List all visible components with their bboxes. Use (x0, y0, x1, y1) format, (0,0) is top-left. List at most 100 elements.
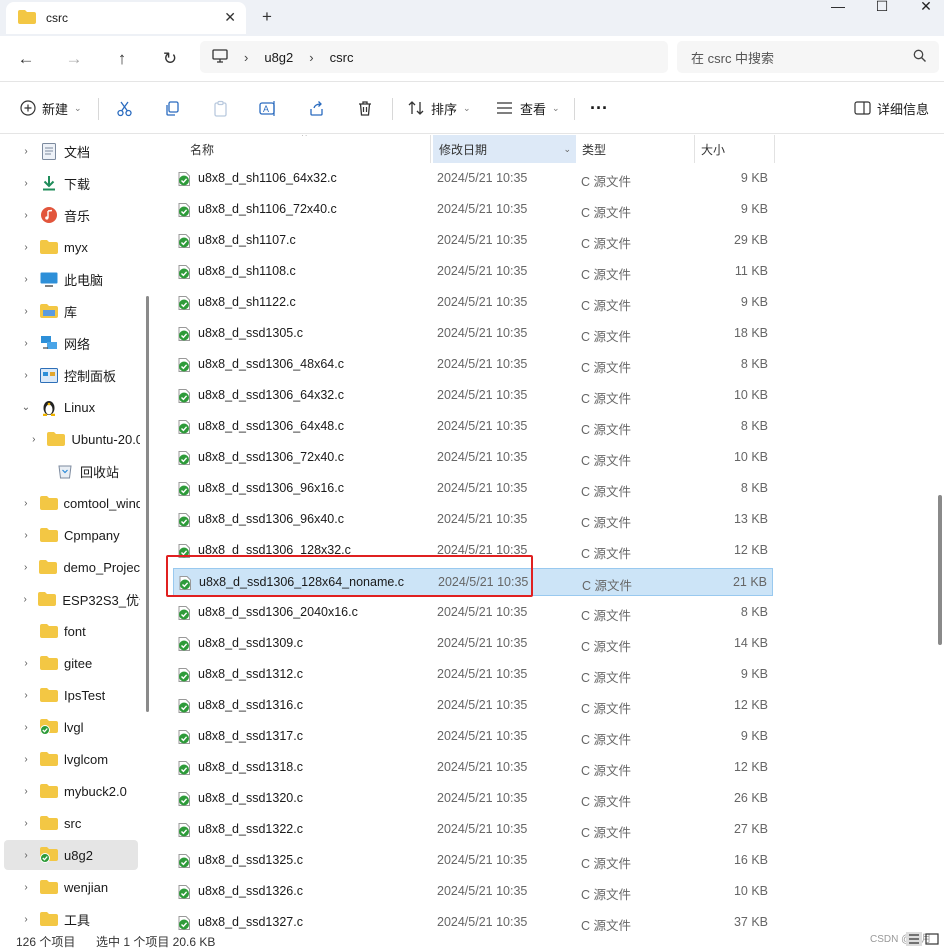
chevron-right-icon[interactable]: › (20, 370, 32, 381)
file-row[interactable]: u8x8_d_ssd1306_64x48.c 2024/5/21 10:35 C 源… (173, 413, 773, 441)
sidebar-item-lvgl[interactable]: › lvgl (0, 712, 140, 742)
chevron-right-icon[interactable]: › (20, 530, 32, 541)
file-row[interactable]: u8x8_d_ssd1316.c 2024/5/21 10:35 C 源文件 12 K… (173, 692, 773, 720)
sidebar-item-mybuck2-0[interactable]: › mybuck2.0 (0, 776, 140, 806)
sidebar-item-esp32s3-优信[interactable]: › ESP32S3_优信 (0, 584, 140, 614)
file-row[interactable]: u8x8_d_ssd1306_48x64.c 2024/5/21 10:35 C 源… (173, 351, 773, 379)
chevron-down-icon[interactable]: ⌄ (20, 402, 32, 413)
new-tab-icon[interactable]: + (262, 7, 272, 27)
chevron-right-icon[interactable]: › (20, 914, 32, 925)
file-row[interactable]: u8x8_d_sh1108.c 2024/5/21 10:35 C 源文件 11 KB (173, 258, 773, 286)
chevron-right-icon[interactable]: › (20, 754, 32, 765)
share-icon[interactable] (308, 96, 325, 120)
sidebar-item-此电脑[interactable]: › 此电脑 (0, 264, 140, 294)
file-row[interactable]: u8x8_d_sh1106_64x32.c 2024/5/21 10:35 C 源文… (173, 165, 773, 193)
copy-icon[interactable] (164, 96, 181, 120)
paste-icon[interactable] (212, 96, 229, 120)
chevron-right-icon[interactable]: › (20, 562, 31, 573)
file-row[interactable]: u8x8_d_ssd1306_96x16.c 2024/5/21 10:35 C 源… (173, 475, 773, 503)
column-name[interactable]: 名称 (184, 135, 431, 163)
details-pane-button[interactable]: 详细信息 (854, 96, 929, 120)
sidebar-item-demo-project[interactable]: › demo_Project (0, 552, 140, 582)
chevron-right-icon[interactable]: › (20, 818, 32, 829)
sidebar-item-工具[interactable]: › 工具 (0, 904, 140, 931)
chevron-right-icon[interactable]: › (20, 306, 32, 317)
file-row[interactable]: u8x8_d_ssd1306_64x32.c 2024/5/21 10:35 C 源… (173, 382, 773, 410)
sidebar-item-网络[interactable]: › 网络 (0, 328, 140, 358)
sidebar-item-库[interactable]: › 库 (0, 296, 140, 326)
file-row[interactable]: u8x8_d_sh1106_72x40.c 2024/5/21 10:35 C 源文… (173, 196, 773, 224)
file-row[interactable]: u8x8_d_ssd1326.c 2024/5/21 10:35 C 源文件 10 K… (173, 878, 773, 906)
chevron-right-icon[interactable]: › (244, 50, 248, 65)
chevron-right-icon[interactable]: › (20, 690, 32, 701)
chevron-right-icon[interactable]: › (28, 434, 39, 445)
sidebar-item-gitee[interactable]: › gitee (0, 648, 140, 678)
file-row[interactable]: u8x8_d_ssd1305.c 2024/5/21 10:35 C 源文件 18 K… (173, 320, 773, 348)
back-icon[interactable]: ← (12, 45, 40, 73)
maximize-button[interactable]: ☐ (859, 0, 905, 18)
chevron-right-icon[interactable]: › (309, 50, 313, 65)
column-size[interactable]: 大小 (695, 135, 775, 163)
sidebar-item-lvglcom[interactable]: › lvglcom (0, 744, 140, 774)
forward-icon[interactable]: → (60, 45, 88, 73)
file-list-scrollbar[interactable] (938, 495, 942, 645)
file-row[interactable]: u8x8_d_ssd1322.c 2024/5/21 10:35 C 源文件 27 K… (173, 816, 773, 844)
file-row[interactable]: u8x8_d_ssd1327.c 2024/5/21 10:35 C 源文件 37 K… (173, 909, 773, 931)
chevron-right-icon[interactable]: › (20, 498, 32, 509)
sidebar-item-cpmpany[interactable]: › Cpmpany (0, 520, 140, 550)
tab-close-icon[interactable]: ✕ (224, 9, 236, 26)
file-row[interactable]: u8x8_d_ssd1306_2040x16.c 2024/5/21 10:35 C… (173, 599, 773, 627)
cut-icon[interactable] (116, 96, 133, 120)
chevron-right-icon[interactable]: › (20, 338, 32, 349)
chevron-right-icon[interactable]: › (20, 882, 32, 893)
close-window-button[interactable]: ✕ (903, 0, 944, 18)
sidebar-item-音乐[interactable]: › 音乐 (0, 200, 140, 230)
sidebar-item-下载[interactable]: › 下载 (0, 168, 140, 198)
more-options-icon[interactable]: ··· (590, 96, 608, 120)
file-row[interactable]: u8x8_d_ssd1306_96x40.c 2024/5/21 10:35 C 源… (173, 506, 773, 534)
search-input[interactable]: 在 csrc 中搜索 (677, 41, 939, 73)
new-button[interactable]: 新建 ⌄ (20, 96, 82, 120)
chevron-down-icon[interactable]: ⌄ (563, 144, 571, 155)
chevron-right-icon[interactable]: › (20, 178, 32, 189)
file-row[interactable]: u8x8_d_ssd1312.c 2024/5/21 10:35 C 源文件 9 KB (173, 661, 773, 689)
chevron-right-icon[interactable]: › (20, 850, 32, 861)
breadcrumb-item-u8g2[interactable]: u8g2 (264, 50, 293, 65)
file-row[interactable]: u8x8_d_ssd1309.c 2024/5/21 10:35 C 源文件 14 K… (173, 630, 773, 658)
refresh-icon[interactable]: ↻ (156, 45, 184, 73)
sidebar-item-src[interactable]: › src (0, 808, 140, 838)
sidebar-item-u8g2[interactable]: › u8g2 (4, 840, 138, 870)
chevron-right-icon[interactable]: › (20, 210, 32, 221)
sidebar-item-linux[interactable]: ⌄ Linux (0, 392, 140, 422)
chevron-right-icon[interactable]: › (20, 786, 32, 797)
monitor-icon[interactable] (212, 48, 228, 66)
file-row[interactable]: u8x8_d_ssd1320.c 2024/5/21 10:35 C 源文件 26 K… (173, 785, 773, 813)
rename-icon[interactable]: A (259, 96, 277, 120)
breadcrumb[interactable]: › u8g2 › csrc (200, 41, 668, 73)
view-button[interactable]: 查看 ⌄ (496, 96, 560, 120)
chevron-right-icon[interactable]: › (20, 594, 30, 605)
sidebar-item-ipstest[interactable]: › IpsTest (0, 680, 140, 710)
chevron-right-icon[interactable]: › (20, 658, 32, 669)
file-row[interactable]: u8x8_d_ssd1318.c 2024/5/21 10:35 C 源文件 12 K… (173, 754, 773, 782)
file-row[interactable]: u8x8_d_ssd1325.c 2024/5/21 10:35 C 源文件 16 K… (173, 847, 773, 875)
chevron-right-icon[interactable]: › (20, 146, 32, 157)
file-row[interactable]: u8x8_d_ssd1317.c 2024/5/21 10:35 C 源文件 9 KB (173, 723, 773, 751)
column-type[interactable]: 类型 (576, 135, 695, 163)
sort-button[interactable]: 排序 ⌄ (408, 96, 471, 120)
sidebar-item-回收站[interactable]: 回收站 (0, 456, 140, 486)
column-date[interactable]: 修改日期 ⌄ (433, 135, 576, 163)
sidebar-item-wenjian[interactable]: › wenjian (0, 872, 140, 902)
chevron-right-icon[interactable]: › (20, 722, 32, 733)
chevron-right-icon[interactable]: › (20, 274, 32, 285)
sidebar-item-控制面板[interactable]: › 控制面板 (0, 360, 140, 390)
tiles-view-icon[interactable] (924, 932, 940, 946)
sidebar-item-myx[interactable]: › myx (0, 232, 140, 262)
sidebar-scrollbar[interactable] (146, 296, 149, 712)
sidebar-item-comtool-wind[interactable]: › comtool_wind (0, 488, 140, 518)
minimize-button[interactable]: — (815, 0, 861, 18)
file-row[interactable]: u8x8_d_sh1107.c 2024/5/21 10:35 C 源文件 29 KB (173, 227, 773, 255)
file-row[interactable]: u8x8_d_sh1122.c 2024/5/21 10:35 C 源文件 9 KB (173, 289, 773, 317)
file-row[interactable]: u8x8_d_ssd1306_72x40.c 2024/5/21 10:35 C 源… (173, 444, 773, 472)
sidebar-item-ubuntu-20-0[interactable]: › Ubuntu-20.0 (0, 424, 140, 454)
